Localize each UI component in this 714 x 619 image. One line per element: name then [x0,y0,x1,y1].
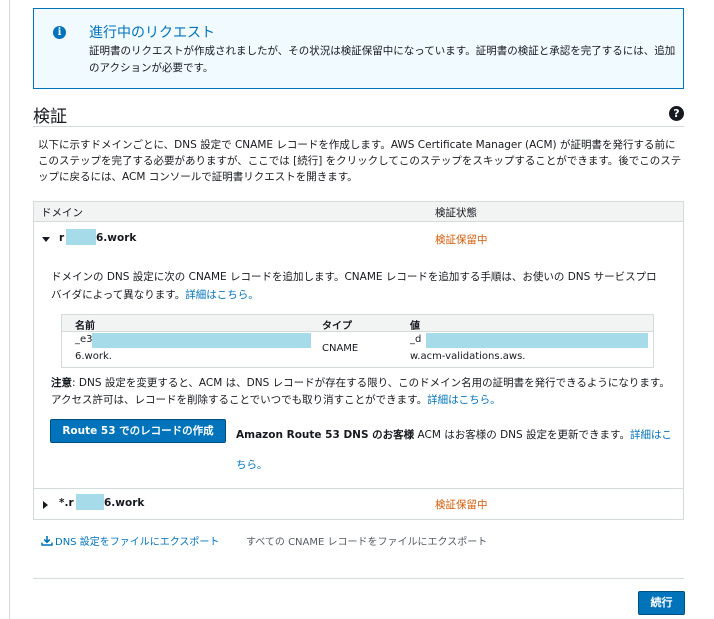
header-name: 名前 [75,321,95,332]
domain-suffix[interactable]: 6.work [104,497,144,509]
record-name-line1: _e3 [75,334,93,345]
record-name-line2: 6.work. [75,351,112,362]
header-domain: ドメイン [41,207,83,219]
domain-row-collapsed: *.r 6.work 検証保留中 [34,489,683,519]
cname-record-table: 名前 タイプ 値 _e3 6.work. CNAME _d w.acm-vali… [61,314,654,368]
note-label: 注意 [51,377,72,389]
section-description: 以下に示すドメインごとに、DNS 設定で CNAME レコードを作成します。AW… [38,139,682,183]
route53-body: ACM はお客様の DNS 設定を更新できます。 [414,429,630,441]
domain-prefix[interactable]: r [59,232,64,244]
instruction-text: ドメインの DNS 設定に次の CNAME レコードを追加します。CNAME レ… [51,271,657,301]
note-learn-more-link[interactable]: 詳細はこちら。 [427,394,501,406]
info-banner: i 進行中のリクエスト 証明書のリクエストが作成されましたが、その状況は検証保留… [33,8,684,89]
instruction-learn-more-link[interactable]: 詳細はこちら。 [185,289,259,301]
export-dns-label[interactable]: DNS 設定をファイルにエクスポート [55,537,219,548]
record-value-line2: w.acm-validations.aws. [410,351,526,362]
domain-table: ドメイン 検証状態 r 6.work 検証保留中 ドメインの DNS 設定に次の… [33,201,684,520]
section-title: 検証 [33,107,67,127]
redaction-block [426,333,648,348]
download-icon [41,536,53,546]
route53-customer-label: Amazon Route 53 DNS のお客様 [236,429,415,441]
record-type: CNAME [322,343,359,354]
route53-create-record-button[interactable]: Route 53 でのレコードの作成 [50,419,226,443]
section-divider [33,126,684,127]
header-value: 値 [410,321,420,332]
domain-row-expanded: r 6.work 検証保留中 ドメインの DNS 設定に次の CNAME レコー… [34,222,683,489]
redaction-block [66,229,96,245]
domain-prefix[interactable]: *.r [59,497,74,509]
collapse-caret-icon[interactable] [42,237,50,242]
note-text: 注意: DNS 設定を変更すると、ACM は、DNS レコードが存在する限り、こ… [51,375,671,409]
record-table-header: 名前 タイプ 値 [62,315,653,332]
header-type: タイプ [322,321,352,332]
domain-status: 検証保留中 [435,499,488,511]
banner-message: 証明書のリクエストが作成されましたが、その状況は検証保留中になっています。証明書… [89,45,676,74]
note-body: : DNS 設定を変更すると、ACM は、DNS レコードが存在する限り、このド… [51,377,670,406]
expand-caret-icon[interactable] [43,501,48,509]
route53-description: Amazon Route 53 DNS のお客様 ACM はお客様の DNS 設… [236,420,676,480]
record-value-line1: _d [410,334,422,345]
banner-title: 進行中のリクエスト [89,25,215,41]
left-divider [9,0,10,619]
redaction-block [76,494,104,510]
export-dns-link[interactable]: DNS 設定をファイルにエクスポート [41,533,219,548]
redaction-block [92,333,311,348]
help-icon[interactable]: ? [669,106,684,121]
header-status: 検証状態 [435,207,477,219]
continue-button[interactable]: 続行 [638,591,685,615]
info-icon: i [53,26,66,39]
domain-table-header: ドメイン 検証状態 [34,202,683,222]
export-cname-text: すべての CNAME レコードをファイルにエクスポート [246,537,488,548]
footer-divider [33,578,684,579]
domain-status: 検証保留中 [435,234,488,246]
cname-instruction: ドメインの DNS 設定に次の CNAME レコードを追加します。CNAME レ… [51,268,666,304]
domain-suffix[interactable]: 6.work [96,232,136,244]
